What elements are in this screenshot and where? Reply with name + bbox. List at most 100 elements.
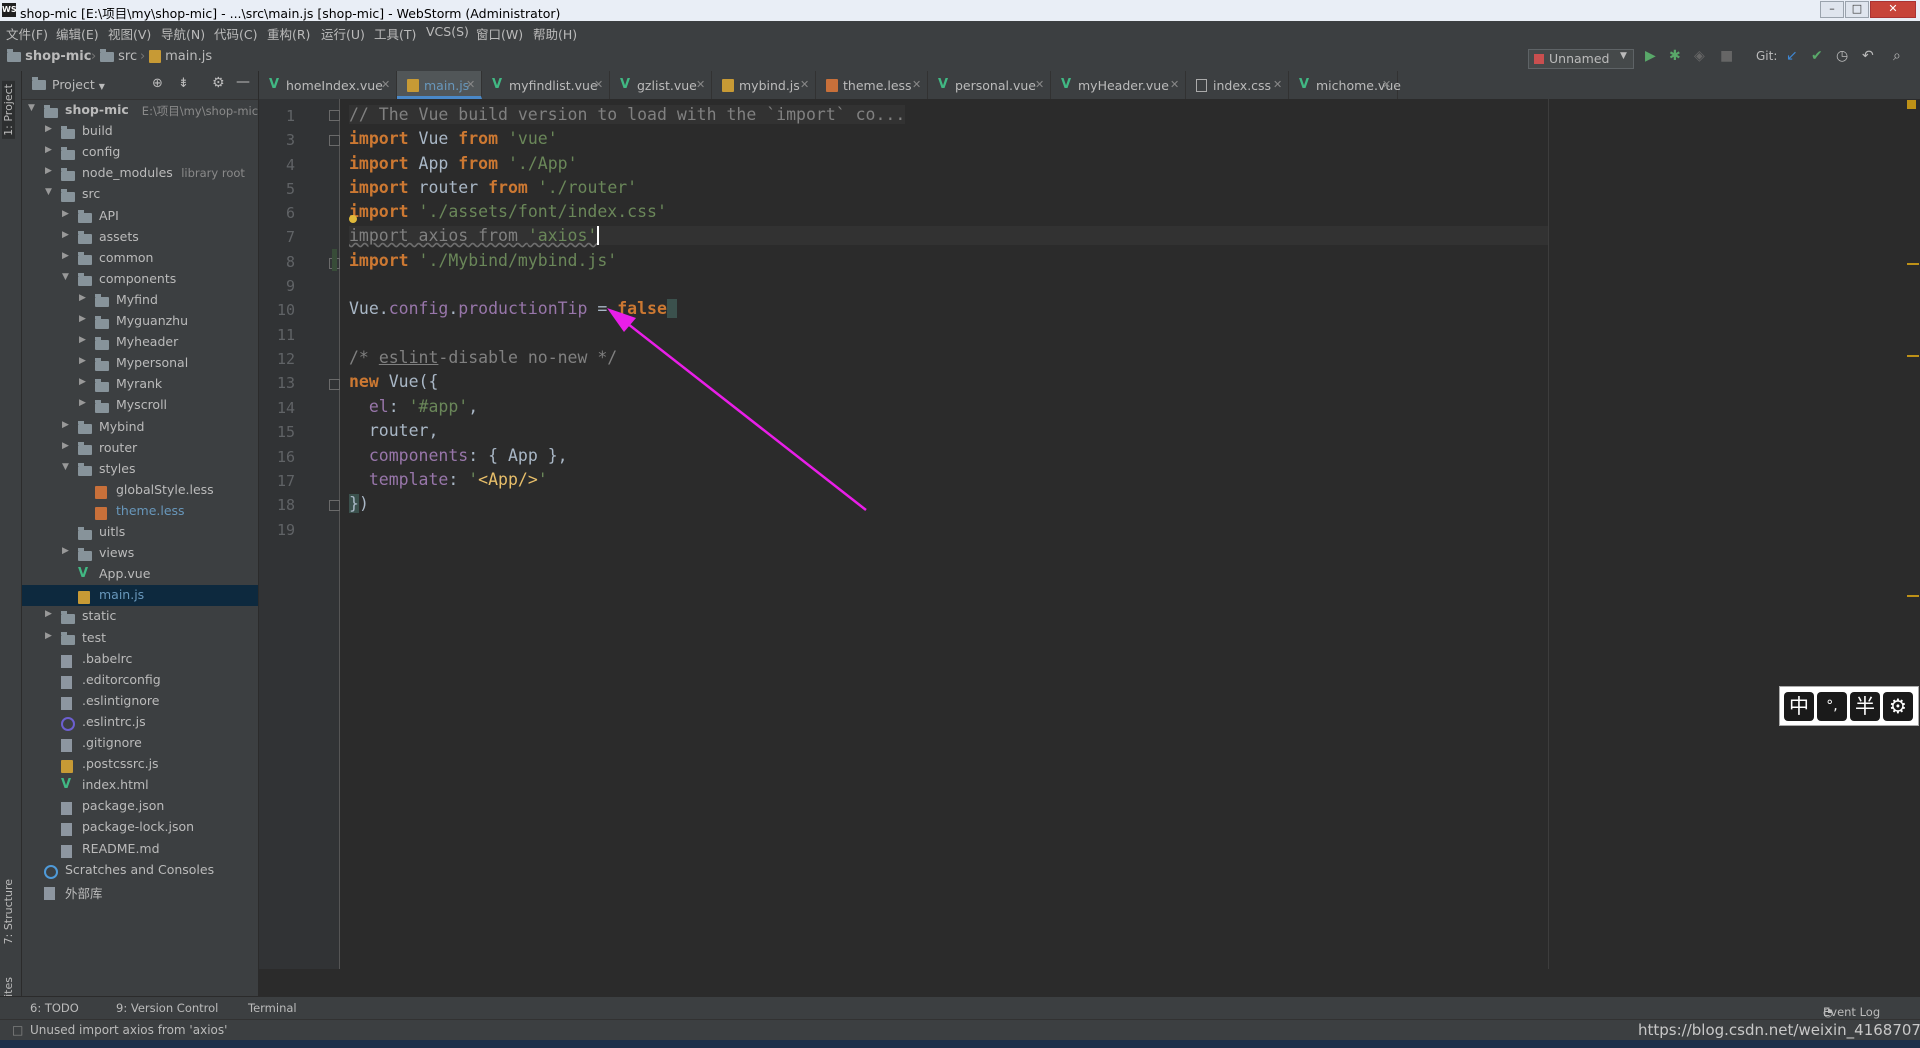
locate-icon[interactable]: ⊕ (152, 76, 163, 91)
chevron-right-icon[interactable]: ▶ (45, 609, 52, 619)
editor-tab[interactable]: mybind.js ✕ (712, 71, 816, 99)
tree-item[interactable]: ▶ common (22, 248, 258, 269)
menu-vcs[interactable]: VCS(S) (426, 24, 469, 39)
tree-item[interactable]: theme.less (22, 501, 258, 522)
close-window-button[interactable]: ✕ (1870, 1, 1916, 18)
intention-bulb-icon[interactable] (349, 215, 357, 223)
editor-tab[interactable]: index.css ✕ (1186, 71, 1289, 99)
git-commit-icon[interactable]: ✔ (1811, 48, 1823, 64)
fold-collapse-icon[interactable] (329, 500, 340, 511)
ime-punctuation-toggle[interactable]: °, (1817, 692, 1847, 721)
chevron-right-icon[interactable]: ▶ (45, 124, 52, 134)
close-tab-icon[interactable]: ✕ (466, 78, 475, 91)
menu-file[interactable]: 文件(F) (6, 24, 48, 43)
search-everywhere-icon[interactable]: ⌕ (1893, 48, 1901, 64)
revert-icon[interactable]: ↶ (1862, 48, 1874, 64)
ime-chinese-toggle[interactable]: 中 (1784, 692, 1814, 721)
chevron-down-icon[interactable]: ▼ (62, 462, 69, 472)
chevron-right-icon[interactable]: ▶ (79, 356, 86, 366)
tree-item[interactable]: ▶ router (22, 438, 258, 459)
tree-item[interactable]: ▶ node_modules library root (22, 163, 258, 184)
tree-item[interactable]: ▼ src (22, 184, 258, 205)
chevron-right-icon[interactable]: ▶ (45, 145, 52, 155)
chevron-down-icon[interactable]: ▼ (45, 187, 52, 197)
chevron-right-icon[interactable]: ▶ (79, 293, 86, 303)
breadcrumb-file[interactable]: main.js (149, 49, 212, 64)
tree-item[interactable]: .postcssrc.js (22, 754, 258, 775)
tree-item[interactable]: uitls (22, 522, 258, 543)
chevron-right-icon[interactable]: ▶ (62, 420, 69, 430)
chevron-down-icon[interactable]: ▼ (62, 272, 69, 282)
editor-tab[interactable]: theme.less ✕ (816, 71, 928, 99)
project-view-select[interactable]: Project ▼ (52, 77, 105, 92)
stop-icon[interactable]: ■ (1720, 48, 1733, 64)
chevron-right-icon[interactable]: ▶ (79, 335, 86, 345)
fold-collapse-icon[interactable] (329, 379, 340, 390)
tree-item[interactable]: README.md (22, 839, 258, 860)
collapse-all-icon[interactable]: ⇟ (178, 76, 189, 91)
coverage-icon[interactable]: ◈ (1694, 48, 1705, 64)
menu-navigate[interactable]: 导航(N) (161, 24, 205, 43)
tree-item[interactable]: .editorconfig (22, 670, 258, 691)
chevron-right-icon[interactable]: ▶ (79, 377, 86, 387)
editor-tab[interactable]: Vmyfindlist.vue ✕ (482, 71, 610, 99)
tree-item[interactable]: ▶ Myfind (22, 290, 258, 311)
chevron-right-icon[interactable]: ▶ (79, 398, 86, 408)
git-update-icon[interactable]: ↙ (1786, 48, 1798, 64)
tree-item[interactable]: ▶ Mypersonal (22, 353, 258, 374)
close-tab-icon[interactable]: ✕ (1170, 78, 1179, 91)
tree-item[interactable]: ▼ components (22, 269, 258, 290)
gear-icon[interactable]: ⚙ (212, 75, 225, 91)
tree-item[interactable]: ▼ shop-mic E:\项目\my\shop-mic (22, 100, 258, 121)
fold-expand-icon[interactable] (329, 110, 340, 121)
breadcrumb-project[interactable]: shop-mic (7, 48, 91, 64)
close-tab-icon[interactable]: ✕ (800, 78, 809, 91)
tool-window-structure[interactable]: 7: Structure (2, 879, 15, 944)
close-tab-icon[interactable]: ✕ (696, 78, 705, 91)
tree-item[interactable]: ▶ Myrank (22, 374, 258, 395)
editor-tab[interactable]: Vmichome.vue ✕ (1289, 71, 1401, 99)
breadcrumb-folder[interactable]: src (100, 48, 137, 64)
code-editor[interactable]: // The Vue build version to load with th… (340, 99, 1920, 969)
tree-item[interactable]: ▶ API (22, 206, 258, 227)
chevron-right-icon[interactable]: ▶ (62, 251, 69, 261)
warning-marker[interactable] (1907, 595, 1919, 597)
tree-item[interactable]: ▶ Myheader (22, 332, 258, 353)
inspection-status-icon[interactable] (1907, 100, 1916, 109)
menu-run[interactable]: 运行(U) (321, 24, 365, 43)
editor-tab[interactable]: main.js ✕ (397, 71, 482, 99)
close-tab-icon[interactable]: ✕ (1382, 78, 1391, 91)
close-tab-icon[interactable]: ✕ (381, 78, 390, 91)
tree-item[interactable]: Vindex.html (22, 775, 258, 796)
menu-edit[interactable]: 编辑(E) (56, 24, 99, 43)
run-configuration-select[interactable]: Unnamed ▼ (1528, 49, 1634, 69)
run-icon[interactable]: ▶ (1645, 48, 1656, 64)
tool-window-terminal[interactable]: Terminal (248, 1001, 297, 1015)
chevron-right-icon[interactable]: ▶ (45, 631, 52, 641)
tree-item[interactable]: ▶ config (22, 142, 258, 163)
editor-tab[interactable]: Vpersonal.vue ✕ (928, 71, 1051, 99)
warning-marker[interactable] (1907, 355, 1919, 357)
tree-item[interactable]: package.json (22, 796, 258, 817)
tool-window-project[interactable]: 1: Project (2, 81, 15, 139)
maximize-button[interactable]: □ (1845, 1, 1869, 18)
tree-item[interactable]: ▶ static (22, 606, 258, 627)
tree-item[interactable]: globalStyle.less (22, 480, 258, 501)
tree-item[interactable]: Scratches and Consoles (22, 860, 258, 881)
minimize-button[interactable]: – (1820, 1, 1844, 18)
tree-item[interactable]: V App.vue (22, 564, 258, 585)
menu-tools[interactable]: 工具(T) (374, 24, 416, 43)
chevron-right-icon[interactable]: ▶ (45, 166, 52, 176)
chevron-right-icon[interactable]: ▶ (62, 209, 69, 219)
close-tab-icon[interactable]: ✕ (1035, 78, 1044, 91)
tree-item[interactable]: .gitignore (22, 733, 258, 754)
tree-item[interactable]: package-lock.json (22, 817, 258, 838)
close-tab-icon[interactable]: ✕ (594, 78, 603, 91)
menu-refactor[interactable]: 重构(R) (267, 24, 310, 43)
tree-item[interactable]: ▶ test (22, 628, 258, 649)
chevron-right-icon[interactable]: ▶ (62, 441, 69, 451)
ime-settings-icon[interactable]: ⚙ (1883, 692, 1913, 721)
menu-view[interactable]: 视图(V) (108, 24, 151, 43)
fold-collapse-icon[interactable] (329, 135, 340, 146)
tree-item[interactable]: ▶ Mybind (22, 417, 258, 438)
